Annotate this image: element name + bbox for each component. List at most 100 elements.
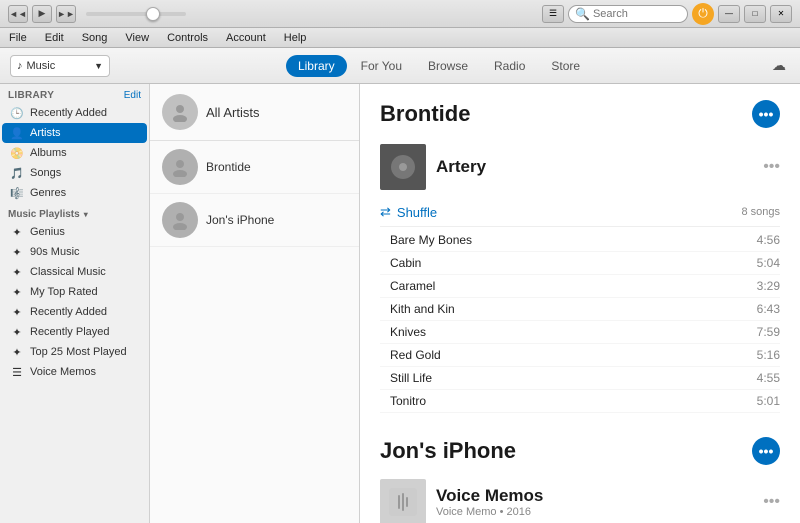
edit-link[interactable]: Edit [124,90,141,101]
sidebar: Library Edit 🕒 Recently Added 👤 Artists … [0,84,150,523]
tab-for-you[interactable]: For You [349,55,414,77]
sidebar-item-my-top-rated[interactable]: ✦ My Top Rated [2,282,147,302]
top-25-icon: ✦ [10,345,24,359]
sidebar-item-90s-music[interactable]: ✦ 90s Music [2,242,147,262]
search-input[interactable] [593,8,681,20]
shuffle-row: ⇄ Shuffle 8 songs [380,200,780,227]
content-area: Brontide ••• Artery ••• ⇄ Shuffle 8 song… [360,84,800,523]
brontide-header: Brontide ••• [380,100,780,128]
sidebar-item-label: My Top Rated [30,286,98,298]
all-artists-icon [162,94,198,130]
menu-account[interactable]: Account [223,31,269,45]
brontide-more-button[interactable]: ••• [752,100,780,128]
sidebar-item-top-25[interactable]: ✦ Top 25 Most Played [2,342,147,362]
sidebar-item-label: Classical Music [30,266,106,278]
table-row[interactable]: Caramel 3:29 [380,275,780,298]
sidebar-item-label: Genius [30,226,65,238]
sidebar-item-recently-added-pl[interactable]: ✦ Recently Added [2,302,147,322]
artist-item-brontide[interactable]: Brontide [150,141,359,194]
source-selector[interactable]: ♪ Music ▼ [10,55,110,77]
sidebar-item-voice-memos[interactable]: ☰ Voice Memos [2,362,147,382]
nav-bar: ♪ Music ▼ Library For You Browse Radio S… [0,48,800,84]
voice-memo-info: Voice Memos Voice Memo • 2016 [436,486,543,518]
recently-added-pl-icon: ✦ [10,305,24,319]
table-row[interactable]: Red Gold 5:16 [380,344,780,367]
back-button[interactable]: ◄◄ [8,5,28,23]
genres-icon: 🎼 [10,186,24,200]
sidebar-item-songs[interactable]: 🎵 Songs [2,163,147,183]
icloud-button[interactable]: ☁ [768,55,790,77]
table-row[interactable]: Cabin 5:04 [380,252,780,275]
sidebar-item-classical[interactable]: ✦ Classical Music [2,262,147,282]
sidebar-item-genius[interactable]: ✦ Genius [2,222,147,242]
menu-controls[interactable]: Controls [164,31,211,45]
tab-radio[interactable]: Radio [482,55,537,77]
sidebar-item-genres[interactable]: 🎼 Genres [2,183,147,203]
restore-button[interactable]: □ [744,5,766,23]
song-duration: 5:04 [745,256,780,270]
menu-file[interactable]: File [6,31,30,45]
sidebar-item-recently-added[interactable]: 🕒 Recently Added [2,103,147,123]
artist-item-jons-iphone[interactable]: Jon's iPhone [150,194,359,247]
classical-icon: ✦ [10,265,24,279]
title-bar: ◄◄ ▶ ►► ☰ 🔍 ⏻ — □ ✕ [0,0,800,28]
artist-list: All Artists Brontide Jon's iPhone [150,84,360,523]
voice-memo-header: Voice Memos Voice Memo • 2016 ••• [380,479,780,523]
tab-browse[interactable]: Browse [416,55,480,77]
album-art [380,144,426,190]
search-box[interactable]: 🔍 [568,5,688,23]
shuffle-icon: ⇄ [380,204,391,220]
table-row[interactable]: Bare My Bones 4:56 [380,229,780,252]
sidebar-item-label: Top 25 Most Played [30,346,127,358]
tab-library[interactable]: Library [286,55,347,77]
main-layout: Library Edit 🕒 Recently Added 👤 Artists … [0,84,800,523]
menu-song[interactable]: Song [79,31,111,45]
table-row[interactable]: Still Life 4:55 [380,367,780,390]
song-duration: 5:16 [745,348,780,362]
menu-help[interactable]: Help [281,31,310,45]
tab-store[interactable]: Store [539,55,592,77]
song-name: Still Life [380,371,745,385]
search-icon: 🔍 [575,7,590,21]
sidebar-item-label: Songs [30,167,61,179]
power-button[interactable]: ⏻ [692,3,714,25]
list-view-button[interactable]: ☰ [542,5,564,23]
brontide-avatar [162,149,198,185]
artist-name: Jon's iPhone [206,213,274,227]
menu-view[interactable]: View [122,31,152,45]
table-row[interactable]: Kith and Kin 6:43 [380,298,780,321]
forward-button[interactable]: ►► [56,5,76,23]
voice-memo-subtitle: Voice Memo • 2016 [436,506,543,518]
library-section-header: Library Edit [0,84,149,103]
sidebar-item-label: Albums [30,147,67,159]
close-button[interactable]: ✕ [770,5,792,23]
playlists-section-header[interactable]: Music Playlists ▾ [0,203,149,222]
iphone-more-button[interactable]: ••• [752,437,780,465]
song-name: Caramel [380,279,745,293]
playback-controls: ◄◄ ▶ ►► [8,5,76,23]
all-artists-item[interactable]: All Artists [150,84,359,141]
artist-name: Brontide [206,160,251,174]
sidebar-item-albums[interactable]: 📀 Albums [2,143,147,163]
chevron-down-icon: ▼ [94,61,103,71]
sidebar-item-label: Voice Memos [30,366,96,378]
song-name: Tonitro [380,394,745,408]
voice-memos-icon: ☰ [10,365,24,379]
chevron-down-icon: ▾ [84,210,88,219]
sidebar-item-recently-played[interactable]: ✦ Recently Played [2,322,147,342]
slider-thumb[interactable] [146,7,160,21]
genius-icon: ✦ [10,225,24,239]
menu-edit[interactable]: Edit [42,31,67,45]
play-button[interactable]: ▶ [32,5,52,23]
albums-icon: 📀 [10,146,24,160]
table-row[interactable]: Tonitro 5:01 [380,390,780,413]
album-more-button[interactable]: ••• [763,158,780,176]
library-header-label: Library [8,90,54,101]
voice-memo-more-button[interactable]: ••• [763,493,780,511]
minimize-button[interactable]: — [718,5,740,23]
90s-music-icon: ✦ [10,245,24,259]
progress-slider[interactable] [86,12,186,16]
table-row[interactable]: Knives 7:59 [380,321,780,344]
shuffle-button[interactable]: Shuffle [397,205,437,220]
sidebar-item-artists[interactable]: 👤 Artists [2,123,147,143]
